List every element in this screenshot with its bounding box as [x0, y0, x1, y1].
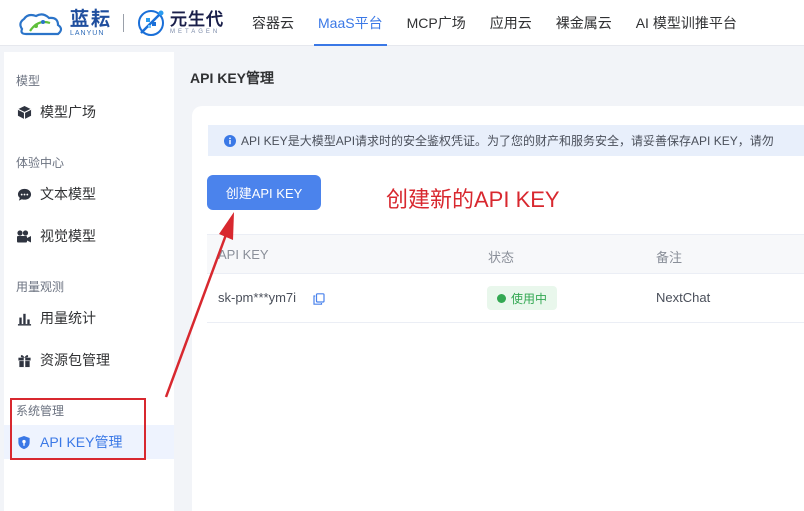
metagen-logo[interactable]: 元生代 METAGEN	[134, 6, 234, 40]
copy-icon[interactable]	[313, 292, 325, 305]
info-alert: API KEY是大模型API请求时的安全鉴权凭证。为了您的财产和服务安全，请妥善…	[208, 125, 804, 156]
annotation-text: 创建新的API KEY	[386, 187, 560, 212]
main-nav: 容器云 MaaS平台 MCP广场 应用云 裸金属云 AI 模型训推平台	[244, 0, 753, 46]
status-text: 使用中	[511, 291, 548, 306]
api-key-value: sk-pm***ym7i	[218, 290, 297, 305]
metagen-logo-icon	[138, 10, 164, 36]
nav-item-bare-metal-cloud[interactable]: 裸金属云	[548, 0, 620, 46]
top-navigation-bar: 蓝耘 LANYUN 元生代 METAGEN 容器云 MaaS平台 MCP广场 应…	[0, 0, 804, 46]
nav-item-ai-training-platform[interactable]: AI 模型训推平台	[628, 0, 745, 46]
sidebar-group-model: 模型	[16, 74, 41, 88]
logo-divider	[123, 14, 124, 32]
lanyun-logo-text: 蓝耘	[70, 9, 113, 30]
sidebar-item-label: 文本模型	[40, 186, 96, 202]
bar-chart-icon	[16, 310, 32, 326]
column-header-api-key: API KEY	[218, 247, 269, 262]
metagen-logo-subtext: METAGEN	[170, 29, 221, 35]
sidebar-group-experience: 体验中心	[16, 156, 65, 170]
gift-icon	[16, 352, 32, 368]
status-badge: 使用中	[487, 286, 558, 310]
sidebar-item-model-square[interactable]: 模型广场	[4, 95, 174, 129]
page-title: API KEY管理	[190, 70, 275, 86]
lanyun-logo-subtext: LANYUN	[70, 30, 105, 37]
nav-item-maas-platform[interactable]: MaaS平台	[310, 0, 391, 46]
sidebar-item-text-model[interactable]: 文本模型	[4, 177, 174, 211]
lanyun-logo[interactable]: 蓝耘 LANYUN	[16, 8, 121, 40]
camera-icon	[16, 228, 32, 244]
sidebar-item-label: 用量统计	[40, 310, 96, 326]
table-row: sk-pm***ym7i 使用中 NextChat	[207, 274, 804, 323]
sidebar-item-label: 模型广场	[40, 104, 96, 120]
column-header-status: 状态	[488, 250, 515, 265]
chat-icon	[16, 186, 32, 202]
alert-text: API KEY是大模型API请求时的安全鉴权凭证。为了您的财产和服务安全，请妥善…	[241, 134, 774, 148]
create-api-key-button[interactable]: 创建API KEY	[207, 175, 321, 210]
cube-icon	[16, 104, 32, 120]
sidebar-item-usage-stats[interactable]: 用量统计	[4, 301, 174, 335]
sidebar-item-label: 资源包管理	[40, 352, 110, 368]
metagen-logo-text: 元生代	[170, 10, 224, 29]
sidebar-item-resource-pack[interactable]: 资源包管理	[4, 343, 174, 377]
sidebar-group-usage: 用量观测	[16, 280, 65, 294]
sidebar-item-vision-model[interactable]: 视觉模型	[4, 219, 174, 253]
status-dot-icon	[497, 293, 506, 303]
nav-item-mcp-square[interactable]: MCP广场	[399, 0, 474, 46]
nav-item-app-cloud[interactable]: 应用云	[482, 0, 540, 46]
nav-item-container-cloud[interactable]: 容器云	[244, 0, 302, 46]
info-icon	[224, 134, 236, 147]
note-value: NextChat	[656, 290, 711, 305]
table-header: API KEY 状态 备注	[207, 234, 804, 274]
column-header-note: 备注	[656, 250, 683, 265]
sidebar-item-label: 视觉模型	[40, 228, 96, 244]
lanyun-logo-icon	[19, 13, 63, 36]
annotation-highlight-box	[10, 398, 146, 460]
